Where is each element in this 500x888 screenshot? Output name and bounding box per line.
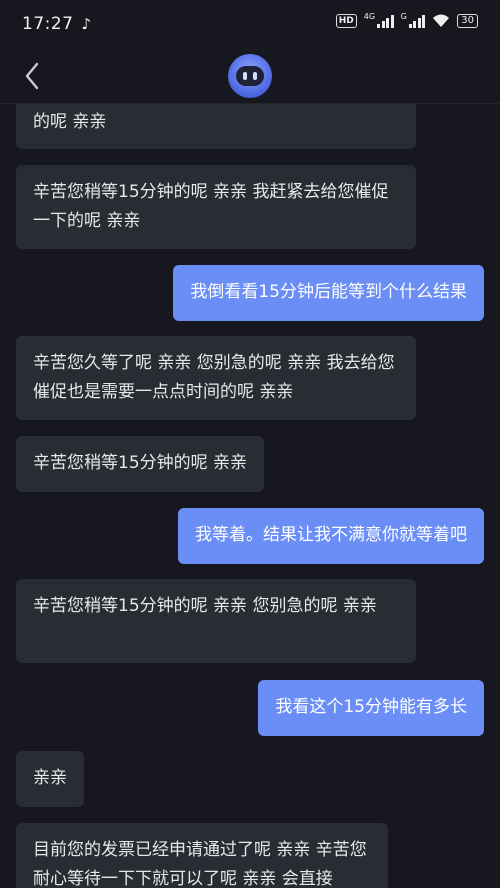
- status-bar: 17:27 ♪ HD 4G G 30: [0, 0, 500, 48]
- robot-avatar-icon[interactable]: [228, 53, 272, 98]
- incoming-message: 目前您的发票已经申请通过了呢 亲亲 辛苦您耐心等待一下下就可以了呢 亲亲 会直接: [16, 823, 388, 888]
- outgoing-message: 我倒看看15分钟后能等到个什么结果: [173, 265, 484, 321]
- incoming-message: 辛苦您稍等15分钟的呢 亲亲: [16, 436, 265, 492]
- robot-eye-right: [253, 71, 257, 80]
- incoming-message: 辛苦您稍等15分钟的呢 亲亲 我赶紧去给您催促一下的呢 亲亲: [16, 165, 416, 249]
- hd-badge: HD: [335, 14, 357, 28]
- robot-eye-left: [243, 71, 247, 80]
- chevron-left-icon: [25, 62, 39, 90]
- network-type-label-2: G: [400, 11, 407, 21]
- robot-face: [236, 65, 264, 86]
- incoming-message: 辛苦您稍等15分钟的呢 亲亲 您别急的呢 亲亲: [16, 579, 416, 663]
- incoming-message: 的呢 亲亲: [16, 104, 416, 149]
- network-type-label: 4G: [363, 11, 376, 21]
- signal-icon: [377, 14, 394, 28]
- outgoing-message: 我看这个15分钟能有多长: [258, 680, 484, 736]
- status-time: 17:27: [22, 14, 74, 34]
- chat-header: [0, 48, 500, 104]
- message-list[interactable]: 的呢 亲亲 辛苦您稍等15分钟的呢 亲亲 我赶紧去给您催促一下的呢 亲亲 我倒看…: [0, 104, 500, 888]
- signal-icon-2: [408, 14, 426, 28]
- wifi-icon: [433, 14, 450, 27]
- tiktok-icon: ♪: [81, 15, 92, 33]
- status-icons: HD 4G G 30: [335, 11, 478, 28]
- incoming-message: 亲亲: [16, 751, 84, 807]
- back-button[interactable]: [18, 58, 46, 94]
- battery-icon: 30: [457, 14, 478, 28]
- outgoing-message: 我等着。结果让我不满意你就等着吧: [178, 508, 484, 564]
- incoming-message: 辛苦您久等了呢 亲亲 您别急的呢 亲亲 我去给您催促也是需要一点点时间的呢 亲亲: [16, 336, 416, 420]
